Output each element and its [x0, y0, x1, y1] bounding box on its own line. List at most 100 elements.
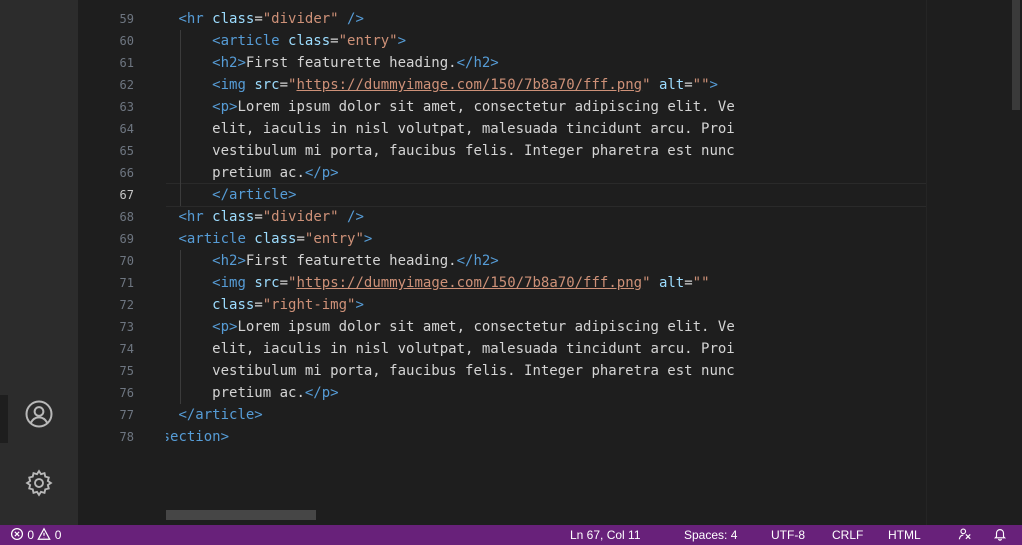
code-token: = [279, 77, 289, 93]
code-line[interactable]: elit, iaculis in nisl volutpat, malesuad… [212, 338, 735, 360]
code-token: > [709, 77, 718, 93]
code-token: > [363, 231, 373, 247]
code-token: src [254, 77, 280, 93]
code-token: elit, iaculis in nisl volutpat, malesuad… [212, 341, 735, 357]
line-ending-setting[interactable]: CRLF [832, 525, 863, 545]
code-token: "divider" [262, 209, 339, 225]
code-token: <hr [178, 11, 213, 27]
code-line[interactable]: <h2>First featurette heading.</h2> [212, 250, 499, 272]
code-token: /> [338, 11, 364, 27]
code-line[interactable]: pretium ac.</p> [212, 382, 338, 404]
code-token: = [254, 11, 263, 27]
code-token: "divider" [262, 11, 339, 27]
indent-guide [180, 250, 182, 404]
code-line[interactable]: <p>Lorem ipsum dolor sit amet, consectet… [212, 96, 735, 118]
code-token: class [212, 209, 255, 225]
error-count: 0 [27, 528, 35, 542]
code-line[interactable]: </article> [212, 184, 296, 206]
cursor-position[interactable]: Ln 67, Col 11 [570, 525, 641, 545]
code-token: https://dummyimage.com/150/7b8a70/fff.pn… [296, 275, 643, 291]
code-token: <hr [178, 209, 213, 225]
code-token: </h2> [456, 253, 499, 269]
code-token: = [684, 275, 693, 291]
code-token: <h2> [212, 55, 246, 71]
code-line[interactable]: </article> [178, 404, 262, 426]
line-number: 67 [119, 188, 134, 202]
code-token: Lorem ipsum dolor sit amet, consectetur … [237, 319, 735, 335]
activity-bar-edge [0, 395, 8, 443]
line-number: 69 [119, 232, 134, 246]
code-token: "" [692, 77, 710, 93]
code-token: "right-img" [262, 297, 356, 313]
line-number: 77 [119, 408, 134, 422]
notifications-bell-icon[interactable] [993, 525, 1007, 545]
code-token: vestibulum mi porta, faucibus felis. Int… [212, 363, 735, 379]
code-line[interactable]: <p>Lorem ipsum dolor sit amet, consectet… [212, 316, 735, 338]
code-token: = [296, 231, 305, 247]
code-token: "entry" [338, 33, 398, 49]
encoding-setting[interactable]: UTF-8 [771, 525, 805, 545]
code-line[interactable]: pretium ac.</p> [212, 162, 338, 184]
line-number: 60 [119, 34, 134, 48]
code-token: class [254, 231, 297, 247]
code-token: <article [178, 231, 255, 247]
code-token: = [254, 297, 263, 313]
horizontal-scrollbar-thumb[interactable] [166, 510, 316, 520]
code-line[interactable]: elit, iaculis in nisl volutpat, malesuad… [212, 118, 735, 140]
code-line[interactable]: class="right-img"> [212, 294, 364, 316]
line-number: 63 [119, 100, 134, 114]
settings-gear-icon[interactable] [20, 464, 58, 502]
code-token: Lorem ipsum dolor sit amet, consectetur … [237, 99, 735, 115]
minimap[interactable] [926, 0, 1011, 525]
code-line[interactable]: <hr class="divider" /> [178, 8, 363, 30]
code-token: > [355, 297, 364, 313]
indentation-setting[interactable]: Spaces: 4 [684, 525, 737, 545]
code-token: = [254, 209, 263, 225]
code-token: = [279, 275, 289, 291]
indent-guide [180, 30, 182, 206]
activity-bar [0, 0, 78, 525]
line-number: 61 [119, 56, 134, 70]
code-line[interactable]: <h2>First featurette heading.</h2> [212, 52, 499, 74]
line-number: 68 [119, 210, 134, 224]
line-number: 72 [119, 298, 134, 312]
line-number: 75 [119, 364, 134, 378]
code-token: class [288, 33, 331, 49]
line-number: 74 [119, 342, 134, 356]
code-token: alt [658, 77, 685, 93]
code-token: </p> [304, 165, 339, 181]
code-line[interactable]: <article class="entry"> [212, 30, 406, 52]
code-token: = [684, 77, 693, 93]
code-line[interactable]: vestibulum mi porta, faucibus felis. Int… [212, 360, 735, 382]
line-number: 65 [119, 144, 134, 158]
code-token: class [212, 11, 255, 27]
vertical-scrollbar-thumb[interactable] [1012, 0, 1020, 110]
code-token: /> [338, 209, 364, 225]
code-token: class [212, 297, 255, 313]
feedback-icon[interactable] [958, 525, 972, 545]
code-line[interactable]: <article class="entry"> [178, 228, 372, 250]
line-number-gutter: 59 60 61 62 63 64 65 66 67 68 69 70 71 72 73 74 75 76 77 78 [78, 0, 166, 525]
code-token: = [330, 33, 339, 49]
warning-icon [37, 527, 54, 542]
code-token: First featurette heading. [245, 55, 457, 71]
code-token: "" [692, 275, 710, 291]
problems-indicator[interactable]: 0 0 [10, 525, 61, 545]
line-number: 73 [119, 320, 134, 334]
line-number: 62 [119, 78, 134, 92]
code-token: " [642, 275, 651, 291]
code-token: vestibulum mi porta, faucibus felis. Int… [212, 143, 735, 159]
language-mode[interactable]: HTML [888, 525, 921, 545]
account-icon[interactable] [20, 395, 58, 433]
code-line[interactable]: </section> [166, 426, 229, 448]
code-line[interactable]: vestibulum mi porta, faucibus felis. Int… [212, 140, 735, 162]
code-line[interactable]: <img src="https://dummyimage.com/150/7b8… [212, 74, 718, 96]
code-token: <article [212, 33, 289, 49]
code-line[interactable]: <hr class="divider" /> [178, 206, 363, 228]
error-icon [10, 527, 27, 542]
code-line[interactable]: <img src="https://dummyimage.com/150/7b8… [212, 272, 709, 294]
line-number: 59 [119, 12, 134, 26]
code-editor[interactable]: <hr class="divider" /> <article class="en… [166, 0, 926, 525]
